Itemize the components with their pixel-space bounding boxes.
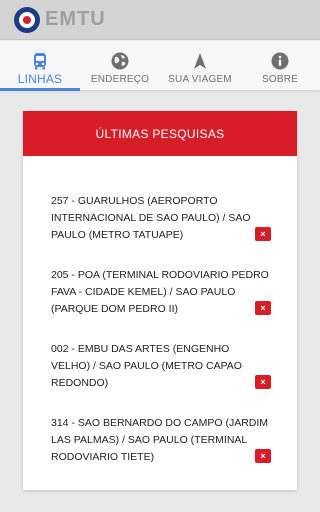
close-icon: × bbox=[260, 451, 266, 461]
recent-search-item-text: 205 - POA (TERMINAL RODOVIARIO PEDRO FAV… bbox=[51, 269, 269, 315]
tab-sua-viagem-label: SUA VIAGEM bbox=[168, 74, 232, 85]
app-header: EMTU bbox=[0, 0, 320, 40]
tab-endereco-label: ENDEREÇO bbox=[90, 74, 150, 85]
recent-search-item-text: 314 - SAO BERNARDO DO CAMPO (JARDIM LAS … bbox=[51, 417, 269, 463]
tab-bar: LINHAS ENDEREÇO SUA VIAGEM SOBRE bbox=[0, 41, 320, 91]
emtu-logo-icon bbox=[14, 6, 40, 33]
recent-search-item-text: 002 - EMBU DAS ARTES (ENGENHO VELHO) / S… bbox=[51, 343, 242, 389]
app-logo-text: EMTU bbox=[45, 8, 106, 30]
tab-endereco[interactable]: ENDEREÇO bbox=[80, 41, 160, 90]
bus-icon bbox=[34, 53, 46, 70]
globe-icon bbox=[111, 52, 129, 70]
close-icon: × bbox=[260, 377, 266, 387]
recent-search-item[interactable]: 257 - GUARULHOS (AEROPORTO INTERNACIONAL… bbox=[51, 193, 271, 244]
remove-search-button[interactable]: × bbox=[255, 449, 271, 463]
recent-search-item[interactable]: 205 - POA (TERMINAL RODOVIARIO PEDRO FAV… bbox=[51, 267, 271, 318]
recent-searches-title: ÚLTIMAS PESQUISAS bbox=[23, 111, 297, 156]
recent-searches-list: 257 - GUARULHOS (AEROPORTO INTERNACIONAL… bbox=[23, 193, 297, 466]
recent-search-item[interactable]: 002 - EMBU DAS ARTES (ENGENHO VELHO) / S… bbox=[51, 341, 271, 392]
recent-searches-card: ÚLTIMAS PESQUISAS 257 - GUARULHOS (AEROP… bbox=[23, 111, 297, 490]
close-icon: × bbox=[260, 229, 266, 239]
tab-linhas[interactable]: LINHAS bbox=[0, 41, 80, 91]
navigation-arrow-icon bbox=[194, 53, 206, 69]
recent-search-item[interactable]: 314 - SAO BERNARDO DO CAMPO (JARDIM LAS … bbox=[51, 415, 271, 466]
remove-search-button[interactable]: × bbox=[255, 301, 271, 315]
tab-sua-viagem[interactable]: SUA VIAGEM bbox=[160, 41, 240, 90]
info-icon bbox=[271, 52, 289, 70]
close-icon: × bbox=[260, 303, 266, 313]
tab-sobre-label: SOBRE bbox=[261, 74, 298, 85]
recent-search-item-text: 257 - GUARULHOS (AEROPORTO INTERNACIONAL… bbox=[51, 195, 251, 241]
remove-search-button[interactable]: × bbox=[255, 227, 271, 241]
tab-sobre[interactable]: SOBRE bbox=[240, 41, 320, 90]
tab-linhas-label: LINHAS bbox=[17, 72, 63, 86]
remove-search-button[interactable]: × bbox=[255, 375, 271, 389]
